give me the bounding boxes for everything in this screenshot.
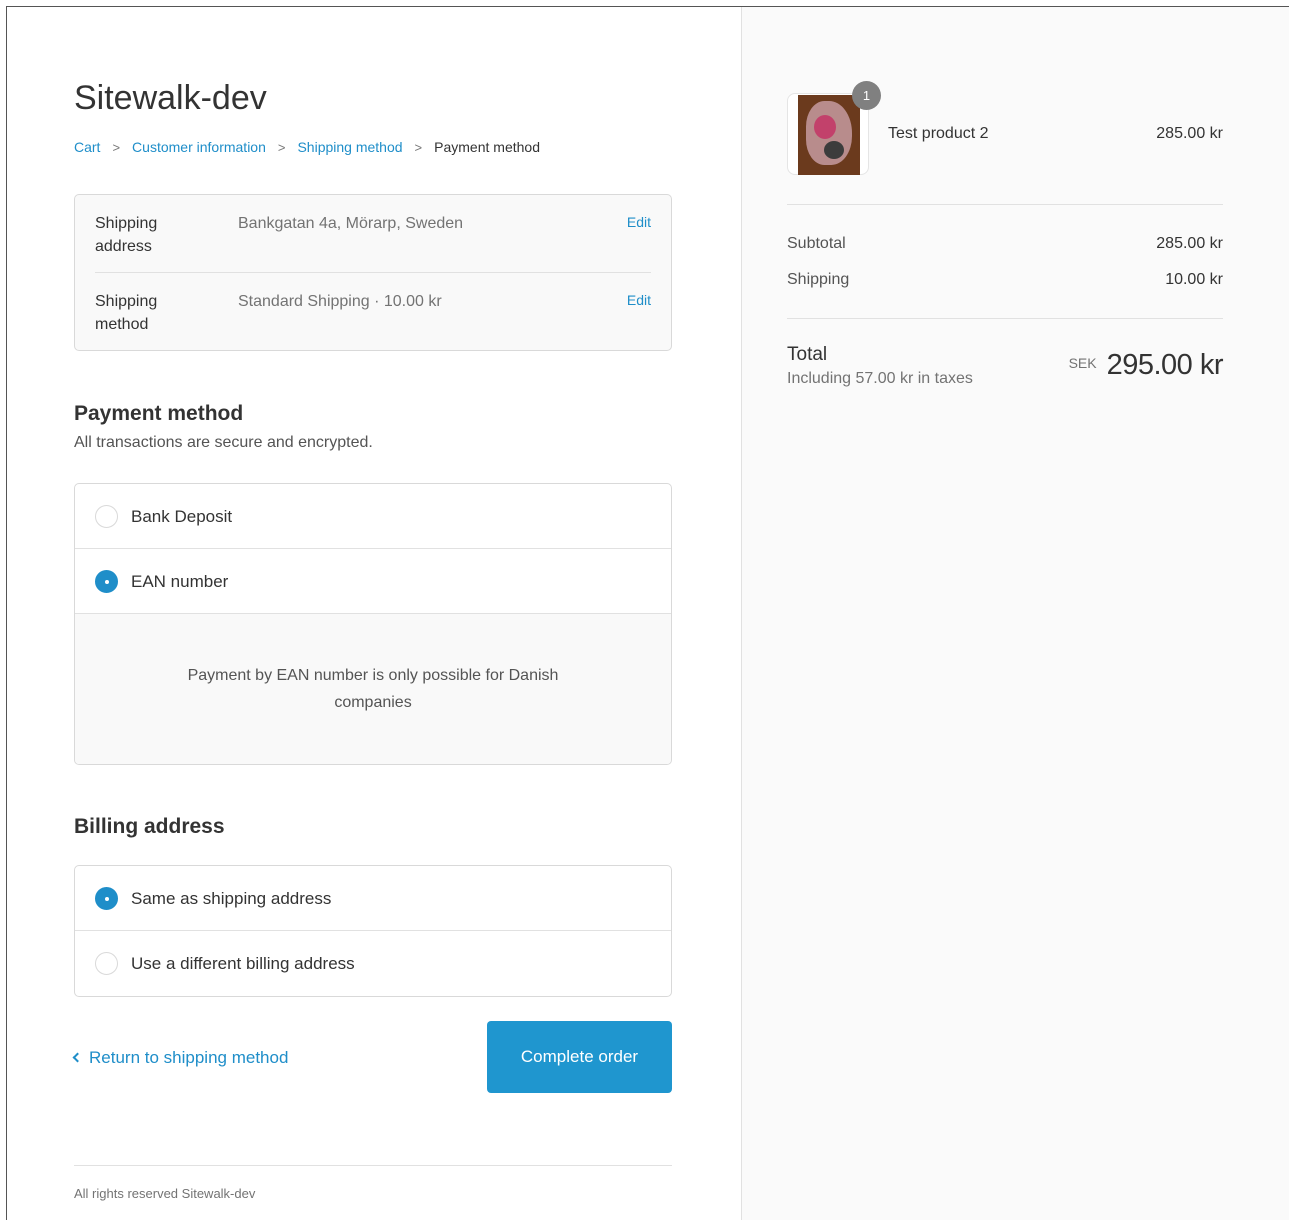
payment-method-title: Payment method <box>74 402 244 425</box>
quantity-badge: 1 <box>852 81 881 110</box>
review-block: Shipping address Bankgatan 4a, Mörarp, S… <box>74 194 672 351</box>
subtotal-label: Subtotal <box>787 235 846 252</box>
radio-ean-number[interactable] <box>95 570 118 593</box>
return-link-label: Return to shipping method <box>89 1048 289 1067</box>
shipping-label: Shipping <box>787 271 850 288</box>
review-label: Shipping method <box>95 293 158 333</box>
footer-text: All rights reserved Sitewalk-dev <box>74 1186 256 1201</box>
billing-options: Same as shipping address Use a different… <box>74 865 672 997</box>
review-label: Shipping address <box>95 215 158 255</box>
return-to-shipping-link[interactable]: Return to shipping method <box>72 1048 289 1068</box>
review-row-shipping-address: Shipping address Bankgatan 4a, Mörarp, S… <box>95 195 651 273</box>
footer-divider <box>74 1165 672 1166</box>
payment-method-subtitle: All transactions are secure and encrypte… <box>74 434 373 451</box>
billing-option-same[interactable]: Same as shipping address <box>75 866 671 931</box>
total-label: Total <box>787 344 828 365</box>
order-summary: 1 Test product 2 285.00 kr Subtotal 285.… <box>741 7 1289 1220</box>
billing-option-different[interactable]: Use a different billing address <box>75 931 671 996</box>
payment-option-label: EAN number <box>131 572 229 591</box>
breadcrumb: Cart > Customer information > Shipping m… <box>74 139 540 155</box>
shipping-value: 10.00 kr <box>1165 271 1223 288</box>
payment-info-text: Payment by EAN number is only possible f… <box>187 667 559 711</box>
payment-option-ean-number[interactable]: EAN number <box>75 549 671 614</box>
edit-shipping-method-link[interactable]: Edit <box>627 290 651 310</box>
review-row-shipping-method: Shipping method Standard Shipping · 10.0… <box>95 273 651 351</box>
breadcrumb-payment-method: Payment method <box>434 139 540 155</box>
summary-divider <box>787 318 1223 319</box>
product-image <box>798 95 860 175</box>
breadcrumb-shipping-method[interactable]: Shipping method <box>297 139 402 155</box>
breadcrumb-customer-information[interactable]: Customer information <box>132 139 266 155</box>
billing-option-label: Same as shipping address <box>131 889 332 908</box>
chevron-right-icon: > <box>112 139 121 155</box>
edit-shipping-address-link[interactable]: Edit <box>627 212 651 232</box>
payment-option-label: Bank Deposit <box>131 507 233 526</box>
billing-option-label: Use a different billing address <box>131 954 355 973</box>
radio-different-billing[interactable] <box>95 952 118 975</box>
chevron-right-icon: > <box>277 139 286 155</box>
total-value: SEK 295.00 kr <box>1068 349 1224 382</box>
total-amount: 295.00 kr <box>1106 349 1224 381</box>
billing-address-title: Billing address <box>74 815 225 838</box>
shop-title[interactable]: Sitewalk-dev <box>74 79 267 118</box>
radio-bank-deposit[interactable] <box>95 505 118 528</box>
chevron-right-icon: > <box>414 139 423 155</box>
payment-option-bank-deposit[interactable]: Bank Deposit <box>75 484 671 549</box>
review-value: Bankgatan 4a, Mörarp, Sweden <box>238 215 464 232</box>
payment-options: Bank Deposit EAN number Payment by EAN n… <box>74 483 672 765</box>
subtotal-value: 285.00 kr <box>1156 235 1223 252</box>
breadcrumb-cart[interactable]: Cart <box>74 139 100 155</box>
currency-code: SEK <box>1068 355 1097 371</box>
chevron-left-icon <box>72 1052 83 1063</box>
tax-note: Including 57.00 kr in taxes <box>787 370 973 387</box>
product-name: Test product 2 <box>888 125 989 142</box>
radio-same-as-shipping[interactable] <box>95 887 118 910</box>
payment-info-panel: Payment by EAN number is only possible f… <box>75 614 671 764</box>
product-price: 285.00 kr <box>1156 125 1223 142</box>
complete-order-button[interactable]: Complete order <box>487 1021 672 1093</box>
summary-divider <box>787 204 1223 205</box>
review-value: Standard Shipping · 10.00 kr <box>238 293 442 310</box>
